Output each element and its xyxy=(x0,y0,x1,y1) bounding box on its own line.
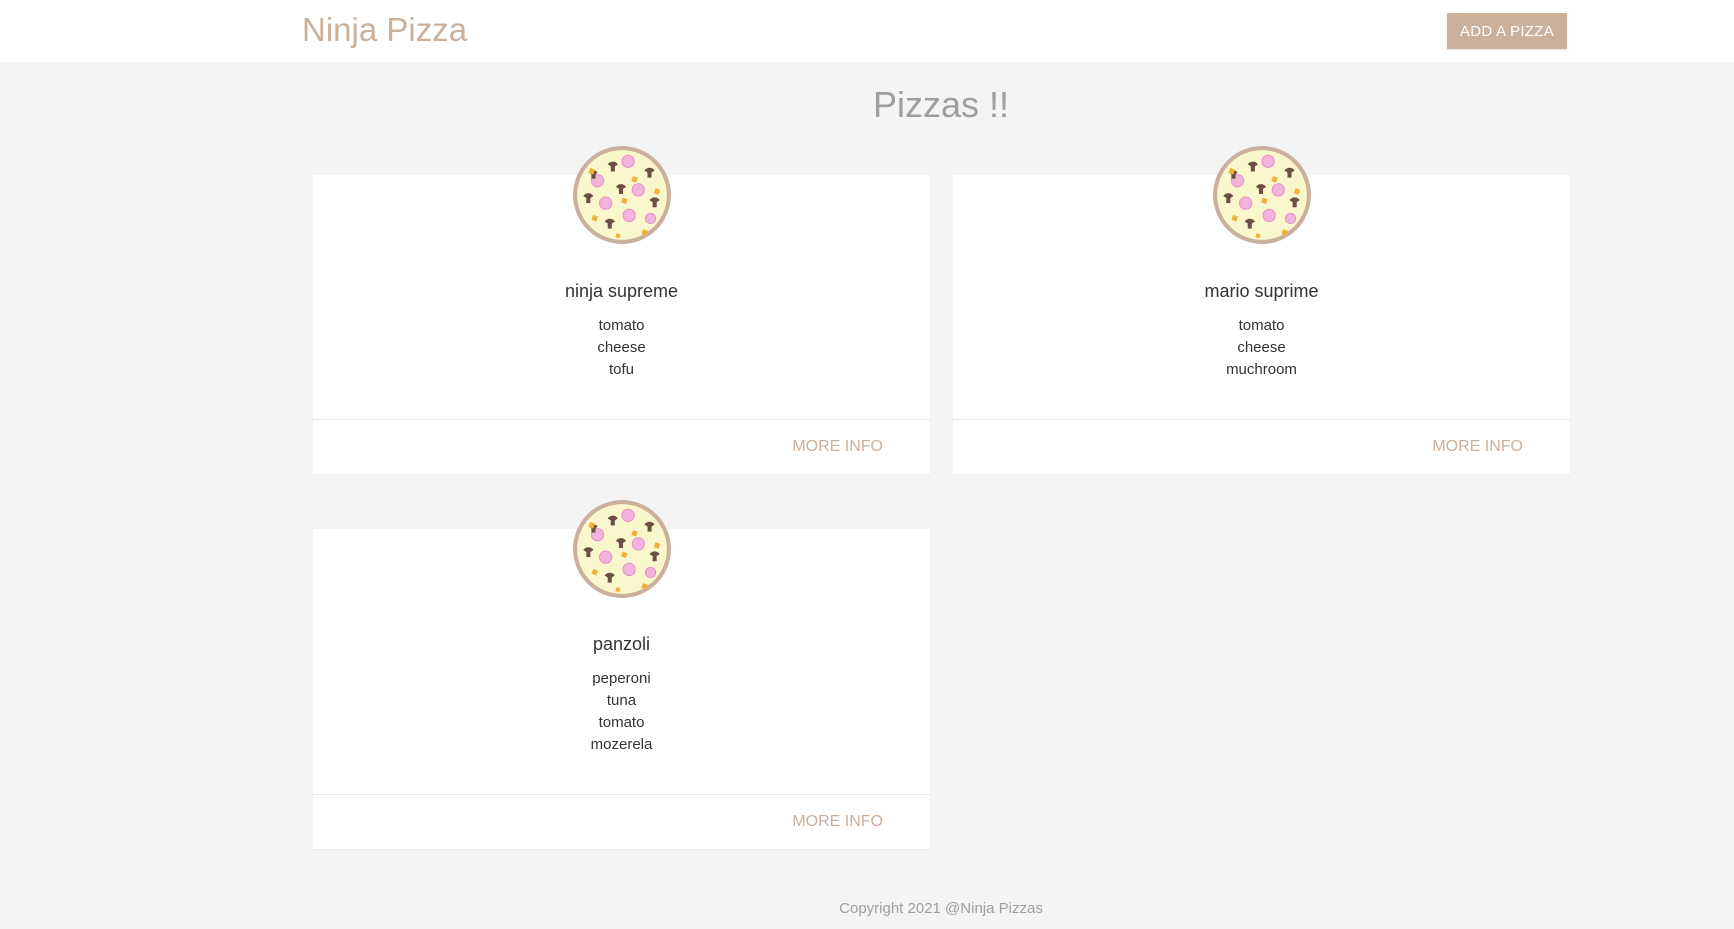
ingredient-item: muchroom xyxy=(1226,361,1297,378)
more-info-link[interactable]: MORE INFO xyxy=(1432,438,1523,456)
pizza-icon xyxy=(571,144,673,246)
ingredient-item: mozerela xyxy=(590,736,653,753)
ingredient-list: tomato cheese tofu xyxy=(313,315,930,381)
pizza-card: mario suprime tomato cheese muchroom MOR… xyxy=(953,175,1570,474)
card-action: MORE INFO xyxy=(313,419,930,474)
more-info-link[interactable]: MORE INFO xyxy=(792,813,883,831)
pizza-name: ninja supreme xyxy=(564,281,679,301)
ingredient-list: peperoni tuna tomato mozerela xyxy=(313,668,930,756)
add-pizza-button[interactable]: ADD A PIZZA xyxy=(1447,13,1567,49)
brand-logo[interactable]: Ninja Pizza xyxy=(302,11,467,49)
ingredient-item: cheese xyxy=(1237,339,1286,356)
page-title: Pizzas !! xyxy=(872,84,1010,125)
footer-copyright: Copyright 2021 @Ninja Pizzas xyxy=(839,900,1043,917)
navbar: Ninja Pizza ADD A PIZZA xyxy=(0,0,1734,62)
pizza-card: panzoli peperoni tuna tomato mozerela MO… xyxy=(313,529,930,849)
pizza-name: panzoli xyxy=(592,634,651,654)
ingredient-item: tomato xyxy=(598,317,645,334)
ingredient-item: tuna xyxy=(606,692,637,709)
pizza-name: mario suprime xyxy=(1204,281,1319,301)
pizza-icon xyxy=(1211,144,1313,246)
ingredient-list: tomato cheese muchroom xyxy=(953,315,1570,381)
ingredient-item: tomato xyxy=(598,714,645,731)
ingredient-item: peperoni xyxy=(592,670,651,687)
pizza-card: ninja supreme tomato cheese tofu MORE IN… xyxy=(313,175,930,474)
card-action: MORE INFO xyxy=(953,419,1570,474)
ingredient-item: cheese xyxy=(597,339,646,356)
ingredient-item: tofu xyxy=(608,361,635,378)
more-info-link[interactable]: MORE INFO xyxy=(792,438,883,456)
card-action: MORE INFO xyxy=(313,794,930,849)
pizza-icon xyxy=(571,498,673,600)
ingredient-item: tomato xyxy=(1238,317,1285,334)
